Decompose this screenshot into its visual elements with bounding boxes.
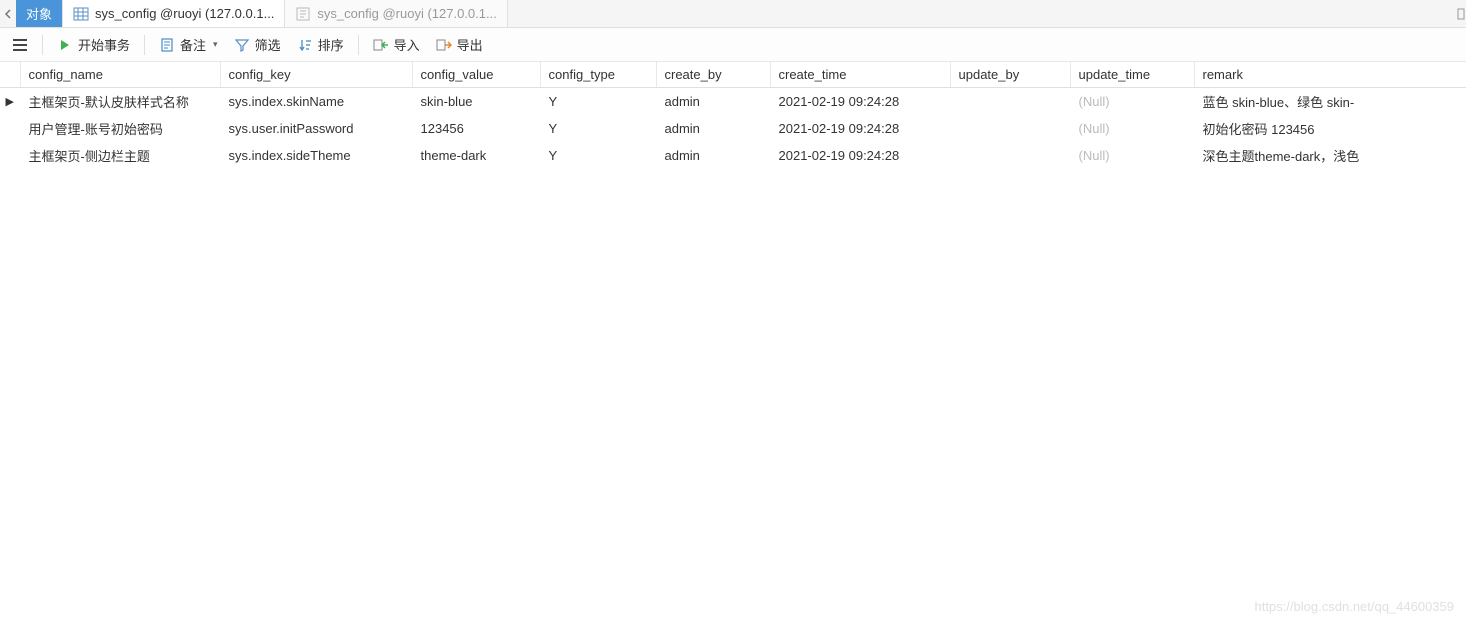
- col-config-value[interactable]: config_value: [412, 62, 540, 88]
- hamburger-icon: [12, 37, 28, 53]
- cell-remark[interactable]: 蓝色 skin-blue、绿色 skin-: [1194, 88, 1466, 116]
- col-remark[interactable]: remark: [1194, 62, 1466, 88]
- watermark: https://blog.csdn.net/qq_44600359: [1255, 599, 1455, 614]
- cell-create-by[interactable]: admin: [656, 88, 770, 116]
- table-row[interactable]: ▶主框架页-默认皮肤样式名称sys.index.skinNameskin-blu…: [0, 88, 1466, 116]
- col-config-name[interactable]: config_name: [20, 62, 220, 88]
- sort-label: 排序: [318, 35, 344, 54]
- cell-remark[interactable]: 深色主题theme-dark，浅色: [1194, 142, 1466, 169]
- memo-icon: [159, 37, 175, 53]
- cell-config-value[interactable]: skin-blue: [412, 88, 540, 116]
- data-grid[interactable]: config_name config_key config_value conf…: [0, 62, 1466, 169]
- export-button[interactable]: 导出: [430, 32, 489, 57]
- cell-create-time[interactable]: 2021-02-19 09:24:28: [770, 142, 950, 169]
- cell-create-time[interactable]: 2021-02-19 09:24:28: [770, 115, 950, 142]
- cell-config-value[interactable]: 123456: [412, 115, 540, 142]
- menu-button[interactable]: [6, 34, 34, 56]
- separator: [42, 35, 43, 55]
- cell-config-type[interactable]: Y: [540, 88, 656, 116]
- import-button[interactable]: 导入: [367, 32, 426, 57]
- table-row[interactable]: 用户管理-账号初始密码sys.user.initPassword123456Ya…: [0, 115, 1466, 142]
- import-icon: [373, 37, 389, 53]
- cell-create-time[interactable]: 2021-02-19 09:24:28: [770, 88, 950, 116]
- tab-sysconfig-1-label: sys_config @ruoyi (127.0.0.1...: [95, 6, 274, 21]
- table-row[interactable]: 主框架页-侧边栏主题sys.index.sideThemetheme-darkY…: [0, 142, 1466, 169]
- col-config-key[interactable]: config_key: [220, 62, 412, 88]
- start-transaction-button[interactable]: 开始事务: [51, 32, 136, 57]
- play-icon: [57, 37, 73, 53]
- col-config-type[interactable]: config_type: [540, 62, 656, 88]
- toolbar: 开始事务 备注 ▾ 筛选 排序 导入 导出: [0, 28, 1466, 62]
- filter-button[interactable]: 筛选: [228, 32, 287, 57]
- chevron-down-icon: ▾: [213, 39, 218, 50]
- tab-objects-label: 对象: [26, 4, 52, 23]
- separator: [144, 35, 145, 55]
- col-create-time[interactable]: create_time: [770, 62, 950, 88]
- col-update-by[interactable]: update_by: [950, 62, 1070, 88]
- row-pointer: [0, 115, 20, 142]
- cell-create-by[interactable]: admin: [656, 115, 770, 142]
- cell-create-by[interactable]: admin: [656, 142, 770, 169]
- cell-update-by[interactable]: [950, 88, 1070, 116]
- memo-label: 备注: [180, 35, 206, 54]
- export-icon: [436, 37, 452, 53]
- cell-config-key[interactable]: sys.index.sideTheme: [220, 142, 412, 169]
- tab-objects[interactable]: 对象: [16, 0, 63, 27]
- cell-remark[interactable]: 初始化密码 123456: [1194, 115, 1466, 142]
- funnel-icon: [234, 37, 250, 53]
- cell-config-type[interactable]: Y: [540, 142, 656, 169]
- cell-update-by[interactable]: [950, 115, 1070, 142]
- import-label: 导入: [394, 35, 420, 54]
- start-transaction-label: 开始事务: [78, 35, 130, 54]
- filter-label: 筛选: [255, 35, 281, 54]
- col-create-by[interactable]: create_by: [656, 62, 770, 88]
- tab-sysconfig-1[interactable]: sys_config @ruoyi (127.0.0.1...: [63, 0, 285, 27]
- row-pointer: [0, 142, 20, 169]
- row-marker-header: [0, 62, 20, 88]
- export-label: 导出: [457, 35, 483, 54]
- sort-icon: [297, 37, 313, 53]
- cell-config-name[interactable]: 主框架页-默认皮肤样式名称: [20, 88, 220, 116]
- sort-button[interactable]: 排序: [291, 32, 350, 57]
- tab-sysconfig-2[interactable]: sys_config @ruoyi (127.0.0.1...: [285, 0, 507, 27]
- data-grid-area: config_name config_key config_value conf…: [0, 62, 1466, 622]
- cell-config-name[interactable]: 用户管理-账号初始密码: [20, 115, 220, 142]
- tab-bar: 对象 sys_config @ruoyi (127.0.0.1... sys_c…: [0, 0, 1466, 28]
- header-row: config_name config_key config_value conf…: [0, 62, 1466, 88]
- tab-overflow-icon[interactable]: [1456, 0, 1466, 28]
- cell-update-time[interactable]: (Null): [1070, 115, 1194, 142]
- tab-sysconfig-2-label: sys_config @ruoyi (127.0.0.1...: [317, 6, 496, 21]
- table-icon: [73, 6, 89, 22]
- cell-config-key[interactable]: sys.index.skinName: [220, 88, 412, 116]
- query-icon: [295, 6, 311, 22]
- cell-update-by[interactable]: [950, 142, 1070, 169]
- row-pointer: ▶: [0, 88, 20, 116]
- memo-button[interactable]: 备注 ▾: [153, 32, 224, 57]
- separator: [358, 35, 359, 55]
- chevron-left-icon: [4, 9, 12, 19]
- cell-config-key[interactable]: sys.user.initPassword: [220, 115, 412, 142]
- cell-update-time[interactable]: (Null): [1070, 142, 1194, 169]
- col-update-time[interactable]: update_time: [1070, 62, 1194, 88]
- cell-config-type[interactable]: Y: [540, 115, 656, 142]
- cell-update-time[interactable]: (Null): [1070, 88, 1194, 116]
- tab-scroll-left[interactable]: [0, 0, 16, 27]
- cell-config-name[interactable]: 主框架页-侧边栏主题: [20, 142, 220, 169]
- cell-config-value[interactable]: theme-dark: [412, 142, 540, 169]
